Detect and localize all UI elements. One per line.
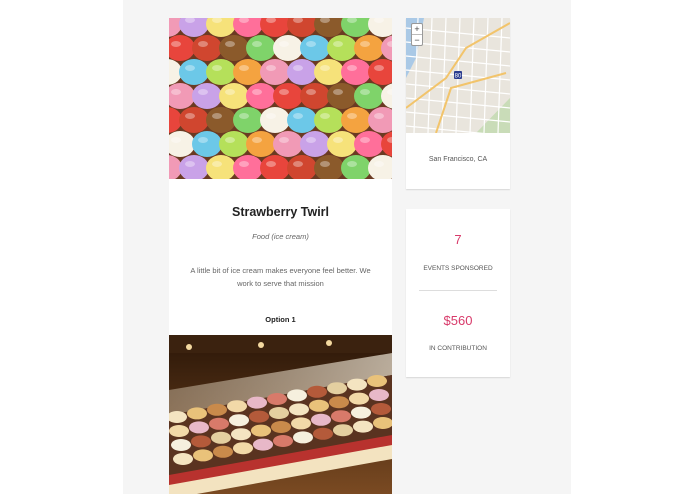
stats-card: 7 EVENTS SPONSORED $560 IN CONTRIBUTION	[406, 209, 510, 377]
zoom-out-icon[interactable]: −	[412, 34, 422, 45]
contribution-amount: $560	[443, 313, 473, 328]
location-map[interactable]: 80 + −	[406, 18, 510, 133]
listing-title: Strawberry Twirl	[231, 205, 330, 219]
location-text: San Francisco, CA	[428, 156, 488, 163]
listing-card: Strawberry Twirl Food (ice cream) A litt…	[169, 18, 392, 494]
ice-cream-display-case-image	[169, 335, 392, 494]
option-label: Option 1	[265, 315, 296, 324]
stats-divider	[419, 290, 497, 291]
map-zoom-control: + −	[411, 23, 423, 46]
events-sponsored-label: EVENTS SPONSORED	[423, 265, 493, 272]
location-card: 80 + − San Francisco, CA	[406, 18, 510, 189]
listing-description: A little bit of ice cream makes everyone…	[190, 266, 371, 288]
events-sponsored-count: 7	[454, 232, 462, 247]
listing-category: Food (ice cream)	[252, 232, 309, 241]
contribution-label: IN CONTRIBUTION	[429, 345, 487, 352]
zoom-in-icon[interactable]: +	[412, 24, 422, 34]
svg-text:80: 80	[455, 74, 462, 80]
ice-cream-scoops-image	[169, 18, 392, 179]
